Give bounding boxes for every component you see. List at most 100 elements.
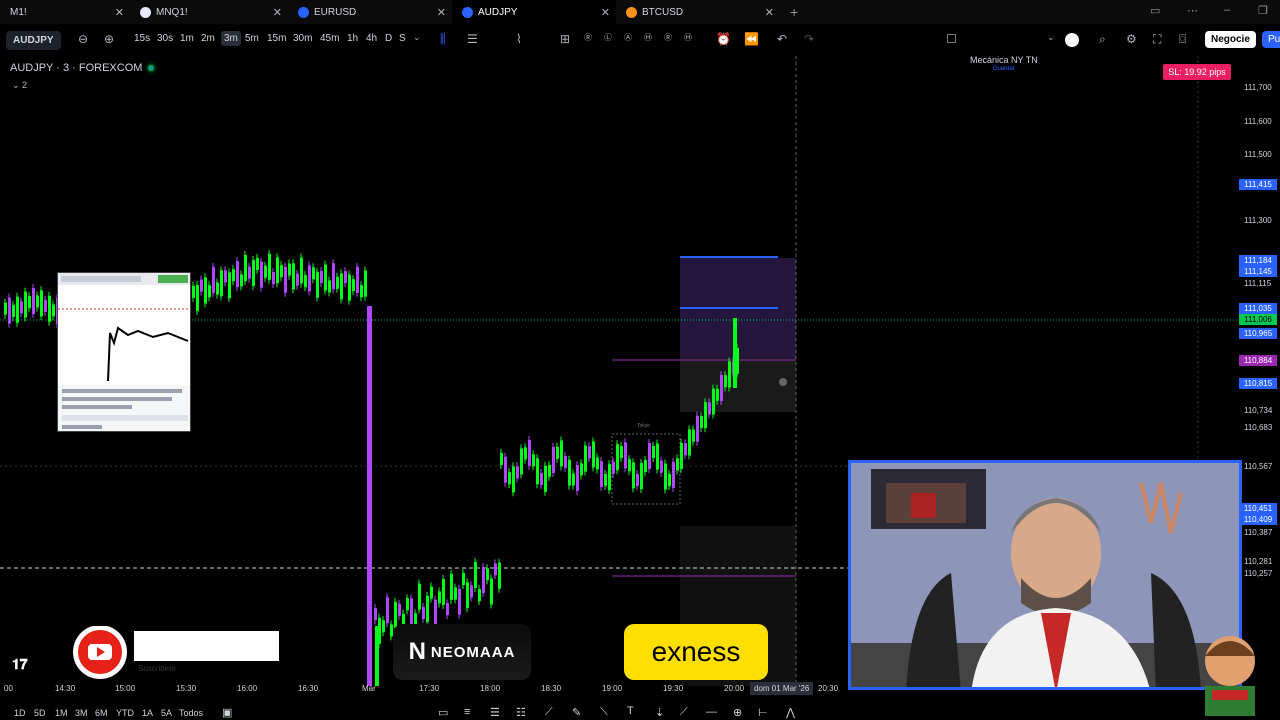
tool-h-icon[interactable]: Ⓗ: [644, 32, 652, 43]
timeframe-30m[interactable]: 30m: [293, 33, 312, 44]
range-6m[interactable]: 6M: [95, 708, 108, 718]
tool-l-icon[interactable]: Ⓛ: [604, 32, 612, 43]
candle-body: [220, 270, 223, 297]
vertical-line-icon[interactable]: ⇣: [655, 706, 664, 719]
timeframe-d[interactable]: D: [385, 33, 392, 44]
replay-icon[interactable]: ⏪: [744, 32, 759, 46]
timeframe-15m[interactable]: 15m: [267, 33, 286, 44]
tab-m1[interactable]: M1! ✕: [0, 0, 130, 24]
publish-button[interactable]: Pu: [1262, 31, 1280, 48]
target-icon[interactable]: ⊕: [733, 706, 742, 719]
timeframe-s[interactable]: S: [399, 33, 406, 44]
chevron-down-icon[interactable]: ⌄: [413, 32, 421, 43]
trade-button[interactable]: Negocie: [1205, 31, 1256, 48]
time-cursor-label: dom 01 Mar '26: [750, 682, 814, 695]
ray-tool-icon[interactable]: ⟍: [600, 706, 608, 719]
chart-title[interactable]: AUDJPY · 3 · FOREXCOM: [10, 62, 155, 74]
close-icon[interactable]: ✕: [765, 6, 774, 19]
chart-type-icon[interactable]: ⌇: [516, 32, 522, 46]
close-icon[interactable]: ✕: [601, 6, 610, 19]
calendar-icon[interactable]: ▣: [222, 706, 232, 719]
maximize-icon[interactable]: ❐: [1258, 4, 1268, 17]
timeframe-4h[interactable]: 4h: [366, 33, 377, 44]
undo-icon[interactable]: ↶: [777, 32, 787, 46]
candle-body: [556, 446, 559, 459]
brush-tool-icon[interactable]: ✎: [572, 706, 581, 719]
range-5d[interactable]: 5D: [34, 708, 46, 718]
market-status-icon: [148, 65, 155, 71]
candles-icon[interactable]: ⫼: [440, 32, 446, 47]
timeframe-1h[interactable]: 1h: [347, 33, 358, 44]
time-label: 20:00: [724, 684, 745, 693]
candle-body: [446, 603, 449, 616]
minimize-icon[interactable]: –: [1224, 4, 1230, 16]
timeframe-45m[interactable]: 45m: [320, 33, 339, 44]
text-tool-icon[interactable]: T: [627, 705, 634, 717]
symbol-search-button[interactable]: AUDJPY: [6, 30, 61, 50]
lines-tool-icon[interactable]: ≡: [464, 706, 470, 718]
more-icon[interactable]: ⋯: [1187, 4, 1198, 17]
tab-mnq1[interactable]: MNQ1! ✕: [130, 0, 288, 24]
measure-icon[interactable]: ⟋: [680, 706, 688, 719]
timeframe-15s[interactable]: 15s: [134, 33, 150, 44]
timeframe-5m[interactable]: 5m: [245, 33, 259, 44]
bitcoin-icon: [626, 6, 637, 18]
timeframe-30s[interactable]: 30s: [157, 33, 173, 44]
chevron-down-icon[interactable]: ⌄: [1047, 32, 1055, 43]
subscribe-text: Suscribete: [138, 664, 176, 673]
candle-body: [588, 446, 591, 459]
search-icon[interactable]: ⌕: [1099, 32, 1106, 47]
fullscreen-icon[interactable]: ⛶: [1153, 32, 1161, 47]
range-icon[interactable]: ⊢: [758, 706, 768, 719]
indicators-icon[interactable]: ☰: [467, 32, 478, 46]
tool-r-icon[interactable]: Ⓡ: [584, 32, 592, 43]
candle-body: [312, 267, 315, 280]
tool-a-icon[interactable]: Ⓐ: [624, 32, 632, 43]
timeframe-1m[interactable]: 1m: [180, 33, 194, 44]
neomaaa-text: NEOMAAA: [430, 643, 516, 661]
candle-body: [568, 459, 571, 486]
window-layout-icon[interactable]: ▭: [1150, 4, 1160, 17]
candle-body: [560, 440, 563, 467]
avatar-icon[interactable]: [1065, 33, 1079, 47]
settings-icon[interactable]: ⚙: [1126, 32, 1137, 46]
candle-body: [422, 607, 425, 620]
fib-tool-icon[interactable]: ☰: [490, 706, 500, 719]
range-5a[interactable]: 5A: [161, 708, 172, 718]
range-3m[interactable]: 3M: [75, 708, 88, 718]
range-1m[interactable]: 1M: [55, 708, 68, 718]
tool-r2-icon[interactable]: Ⓡ: [664, 32, 672, 43]
rectangle-tool-icon[interactable]: ▭: [438, 706, 448, 719]
add-symbol-icon[interactable]: ⊕: [104, 32, 114, 46]
close-icon[interactable]: ✕: [273, 6, 282, 19]
candle-body: [536, 458, 539, 485]
tab-eurusd[interactable]: EURUSD ✕: [288, 0, 452, 24]
pattern-icon[interactable]: ⋀: [786, 706, 795, 719]
timeframe-3m[interactable]: 3m: [221, 31, 241, 46]
indicator-toggle[interactable]: ⌄ 2: [12, 80, 27, 91]
checkbox-icon[interactable]: ☐: [946, 32, 957, 46]
candle-body: [442, 578, 445, 605]
timeframe-2m[interactable]: 2m: [201, 33, 215, 44]
close-icon[interactable]: ✕: [115, 6, 124, 19]
tab-btcusd[interactable]: BTCUSD ✕: [616, 0, 780, 24]
redo-icon[interactable]: ↷: [804, 32, 814, 46]
range-1a[interactable]: 1A: [142, 708, 153, 718]
range-all[interactable]: Todos: [179, 708, 203, 718]
trend-tool-icon[interactable]: ⟋: [545, 706, 553, 719]
range-ytd[interactable]: YTD: [116, 708, 134, 718]
alert-icon[interactable]: ⏰: [716, 32, 731, 46]
camera-icon[interactable]: ⌼: [1179, 32, 1186, 47]
position-tool-icon[interactable]: ☷: [516, 706, 526, 719]
compare-icon[interactable]: ⊖: [78, 32, 88, 46]
horizontal-line-icon[interactable]: —: [706, 706, 717, 718]
close-icon[interactable]: ✕: [437, 6, 446, 19]
candle-body: [648, 443, 651, 470]
tab-audjpy[interactable]: AUDJPY ✕: [452, 0, 616, 24]
range-1d[interactable]: 1D: [14, 708, 26, 718]
time-label: 16:00: [237, 684, 258, 693]
tool-h2-icon[interactable]: Ⓗ: [684, 32, 692, 43]
layout-grid-icon[interactable]: ⊞: [560, 32, 570, 46]
candle-body: [224, 270, 227, 283]
new-tab-button[interactable]: +: [780, 0, 810, 24]
